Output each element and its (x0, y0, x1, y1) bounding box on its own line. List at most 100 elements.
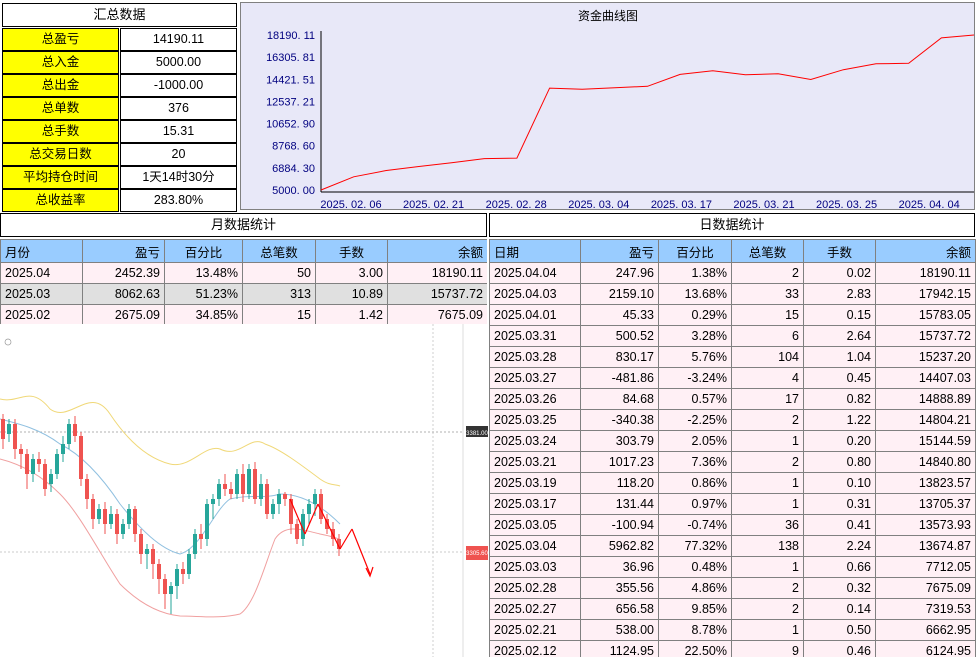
daily-cell: 7712.05 (875, 556, 976, 578)
monthly-header-cell[interactable]: 手数 (315, 239, 388, 263)
daily-header-cell[interactable]: 余额 (875, 239, 976, 263)
daily-cell: 2025.03.19 (489, 472, 581, 494)
candle-body (73, 424, 77, 436)
daily-cell: 2025.03.31 (489, 325, 581, 347)
table-row[interactable]: 2025.03 8062.63 51.23% 313 10.89 15737.72 (0, 283, 487, 305)
daily-cell: 8.78% (658, 619, 732, 641)
summary-label: 总收益率 (2, 189, 119, 212)
candle-body (229, 489, 233, 494)
daily-cell: 84.68 (580, 388, 659, 410)
summary-value: 5000.00 (120, 51, 237, 74)
summary-row: 总交易日数 20 (2, 143, 237, 166)
table-row[interactable]: 2025.03.25 -340.38 -2.25% 2 1.22 14804.21 (489, 409, 976, 431)
daily-cell: 2 (731, 262, 804, 284)
daily-cell: 5962.82 (580, 535, 659, 557)
table-row[interactable]: 2025.03.21 1017.23 7.36% 2 0.80 14840.80 (489, 451, 976, 473)
daily-header-cell[interactable]: 手数 (803, 239, 876, 263)
daily-cell: 14407.03 (875, 367, 976, 389)
daily-cell: 14804.21 (875, 409, 976, 431)
table-row[interactable]: 2025.04 2452.39 13.48% 50 3.00 18190.11 (0, 262, 487, 284)
daily-cell: 0.41 (803, 514, 876, 536)
monthly-header-cell[interactable]: 余额 (387, 239, 487, 263)
table-row[interactable]: 2025.03.03 36.96 0.48% 1 0.66 7712.05 (489, 556, 976, 578)
monthly-header-cell[interactable]: 盈亏 (82, 239, 165, 263)
daily-cell: 2.83 (803, 283, 876, 305)
daily-cell: -0.74% (658, 514, 732, 536)
table-row[interactable]: 2025.02 2675.09 34.85% 15 1.42 7675.09 (0, 304, 487, 325)
monthly-header-cell[interactable]: 总笔数 (242, 239, 316, 263)
summary-label: 总手数 (2, 120, 119, 143)
x-tick-label: 2025. 03. 21 (733, 199, 794, 211)
table-row[interactable]: 2025.03.27 -481.86 -3.24% 4 0.45 14407.03 (489, 367, 976, 389)
daily-cell: 2.05% (658, 430, 732, 452)
monthly-cell: 15737.72 (387, 283, 487, 305)
y-tick-label: 5000. 00 (272, 185, 315, 197)
monthly-header-cell[interactable]: 月份 (0, 239, 83, 263)
monthly-header-cell[interactable]: 百分比 (164, 239, 243, 263)
daily-cell: 2025.03.21 (489, 451, 581, 473)
daily-cell: 17 (731, 388, 804, 410)
summary-row: 总收益率 283.80% (2, 189, 237, 212)
table-row[interactable]: 2025.04.04 247.96 1.38% 2 0.02 18190.11 (489, 262, 976, 284)
daily-cell: 303.79 (580, 430, 659, 452)
candle-body (235, 474, 239, 494)
y-tick-label: 8768. 60 (272, 141, 315, 153)
candle-body (133, 509, 137, 534)
daily-cell: 830.17 (580, 346, 659, 368)
summary-label: 总单数 (2, 97, 119, 120)
candlestick-svg: 3381.00 3305.60 (0, 324, 489, 657)
daily-header-cell[interactable]: 百分比 (658, 239, 732, 263)
daily-cell: 7675.09 (875, 577, 976, 599)
monthly-cell: 313 (242, 283, 316, 305)
candle-body (55, 454, 59, 474)
candle-body (109, 514, 113, 524)
table-row[interactable]: 2025.03.28 830.17 5.76% 104 1.04 15237.20 (489, 346, 976, 368)
monthly-cell: 18190.11 (387, 262, 487, 284)
table-row[interactable]: 2025.02.28 355.56 4.86% 2 0.32 7675.09 (489, 577, 976, 599)
table-row[interactable]: 2025.03.17 131.44 0.97% 1 0.31 13705.37 (489, 493, 976, 515)
daily-cell: 2159.10 (580, 283, 659, 305)
table-row[interactable]: 2025.02.27 656.58 9.85% 2 0.14 7319.53 (489, 598, 976, 620)
x-tick-label: 2025. 03. 04 (568, 199, 629, 211)
candle-body (199, 534, 203, 539)
daily-cell: 2025.02.27 (489, 598, 581, 620)
x-tick-label: 2025. 02. 21 (403, 199, 464, 211)
table-row[interactable]: 2025.03.24 303.79 2.05% 1 0.20 15144.59 (489, 430, 976, 452)
table-row[interactable]: 2025.03.19 118.20 0.86% 1 0.10 13823.57 (489, 472, 976, 494)
daily-header-cell[interactable]: 盈亏 (580, 239, 659, 263)
daily-stats-panel: 日数据统计 日期 盈亏 百分比 总笔数 手数 余额 2025.04.04 247.96 1.3… (489, 213, 978, 657)
table-row[interactable]: 2025.02.21 538.00 8.78% 1 0.50 6662.95 (489, 619, 976, 641)
daily-cell: 2025.03.25 (489, 409, 581, 431)
daily-header-cell[interactable]: 总笔数 (731, 239, 804, 263)
candle-body (259, 484, 263, 499)
table-row[interactable]: 2025.02.12 1124.95 22.50% 9 0.46 6124.95 (489, 640, 976, 657)
summary-row: 总单数 376 (2, 97, 237, 120)
daily-cell: 2025.03.27 (489, 367, 581, 389)
daily-cell: 500.52 (580, 325, 659, 347)
candle-body (37, 459, 41, 464)
table-row[interactable]: 2025.04.03 2159.10 13.68% 33 2.83 17942.15 (489, 283, 976, 305)
candle-body (13, 424, 17, 449)
daily-header-cell[interactable]: 日期 (489, 239, 581, 263)
y-tick-label: 10652. 90 (266, 119, 315, 131)
table-row[interactable]: 2025.03.31 500.52 3.28% 6 2.64 15737.72 (489, 325, 976, 347)
summary-label: 总出金 (2, 74, 119, 97)
candle-body (43, 464, 47, 489)
monthly-cell: 34.85% (164, 304, 243, 325)
monthly-cell: 3.00 (315, 262, 388, 284)
table-row[interactable]: 2025.03.04 5962.82 77.32% 138 2.24 13674.87 (489, 535, 976, 557)
monthly-cell: 10.89 (315, 283, 388, 305)
daily-cell: 3.28% (658, 325, 732, 347)
candle-body (283, 494, 287, 499)
monthly-cell: 51.23% (164, 283, 243, 305)
candle-body (223, 484, 227, 489)
daily-cell: 7319.53 (875, 598, 976, 620)
daily-cell: 6124.95 (875, 640, 976, 657)
table-row[interactable]: 2025.03.26 84.68 0.57% 17 0.82 14888.89 (489, 388, 976, 410)
table-row[interactable]: 2025.04.01 45.33 0.29% 15 0.15 15783.05 (489, 304, 976, 326)
daily-cell: -340.38 (580, 409, 659, 431)
daily-cell: 2025.04.03 (489, 283, 581, 305)
table-row[interactable]: 2025.03.05 -100.94 -0.74% 36 0.41 13573.93 (489, 514, 976, 536)
candle-body (79, 436, 83, 479)
daily-cell: 7.36% (658, 451, 732, 473)
